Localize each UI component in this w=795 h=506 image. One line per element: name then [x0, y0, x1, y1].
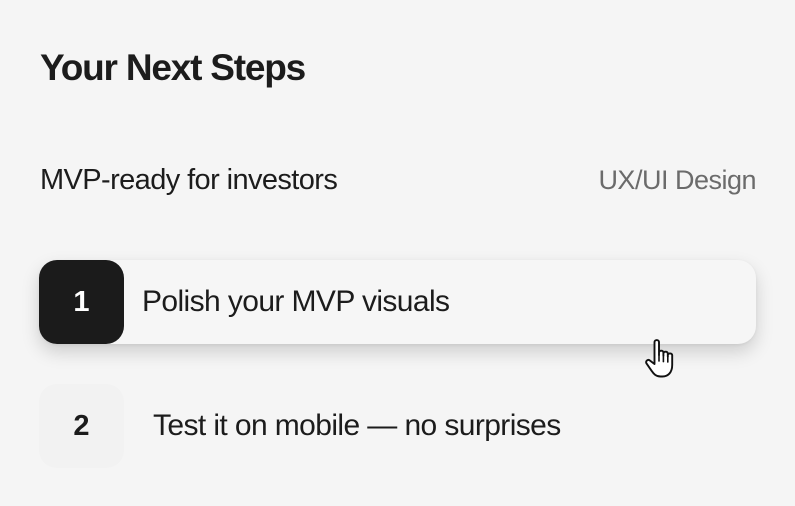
pointer-hand-icon: [645, 339, 674, 378]
step-item-1[interactable]: 1 Polish your MVP visuals: [39, 260, 756, 344]
project-header: MVP-ready for investors UX/UI Design: [40, 160, 756, 200]
step-number-badge: 1: [39, 260, 124, 344]
project-name: MVP-ready for investors: [40, 163, 338, 196]
project-category-tag: UX/UI Design: [598, 164, 756, 195]
step-label: Test it on mobile — no surprises: [153, 409, 561, 442]
step-label: Polish your MVP visuals: [142, 285, 450, 318]
step-item-2[interactable]: 2 Test it on mobile — no surprises: [39, 384, 756, 468]
step-number-badge: 2: [39, 384, 124, 468]
page-title: Your Next Steps: [40, 47, 306, 88]
